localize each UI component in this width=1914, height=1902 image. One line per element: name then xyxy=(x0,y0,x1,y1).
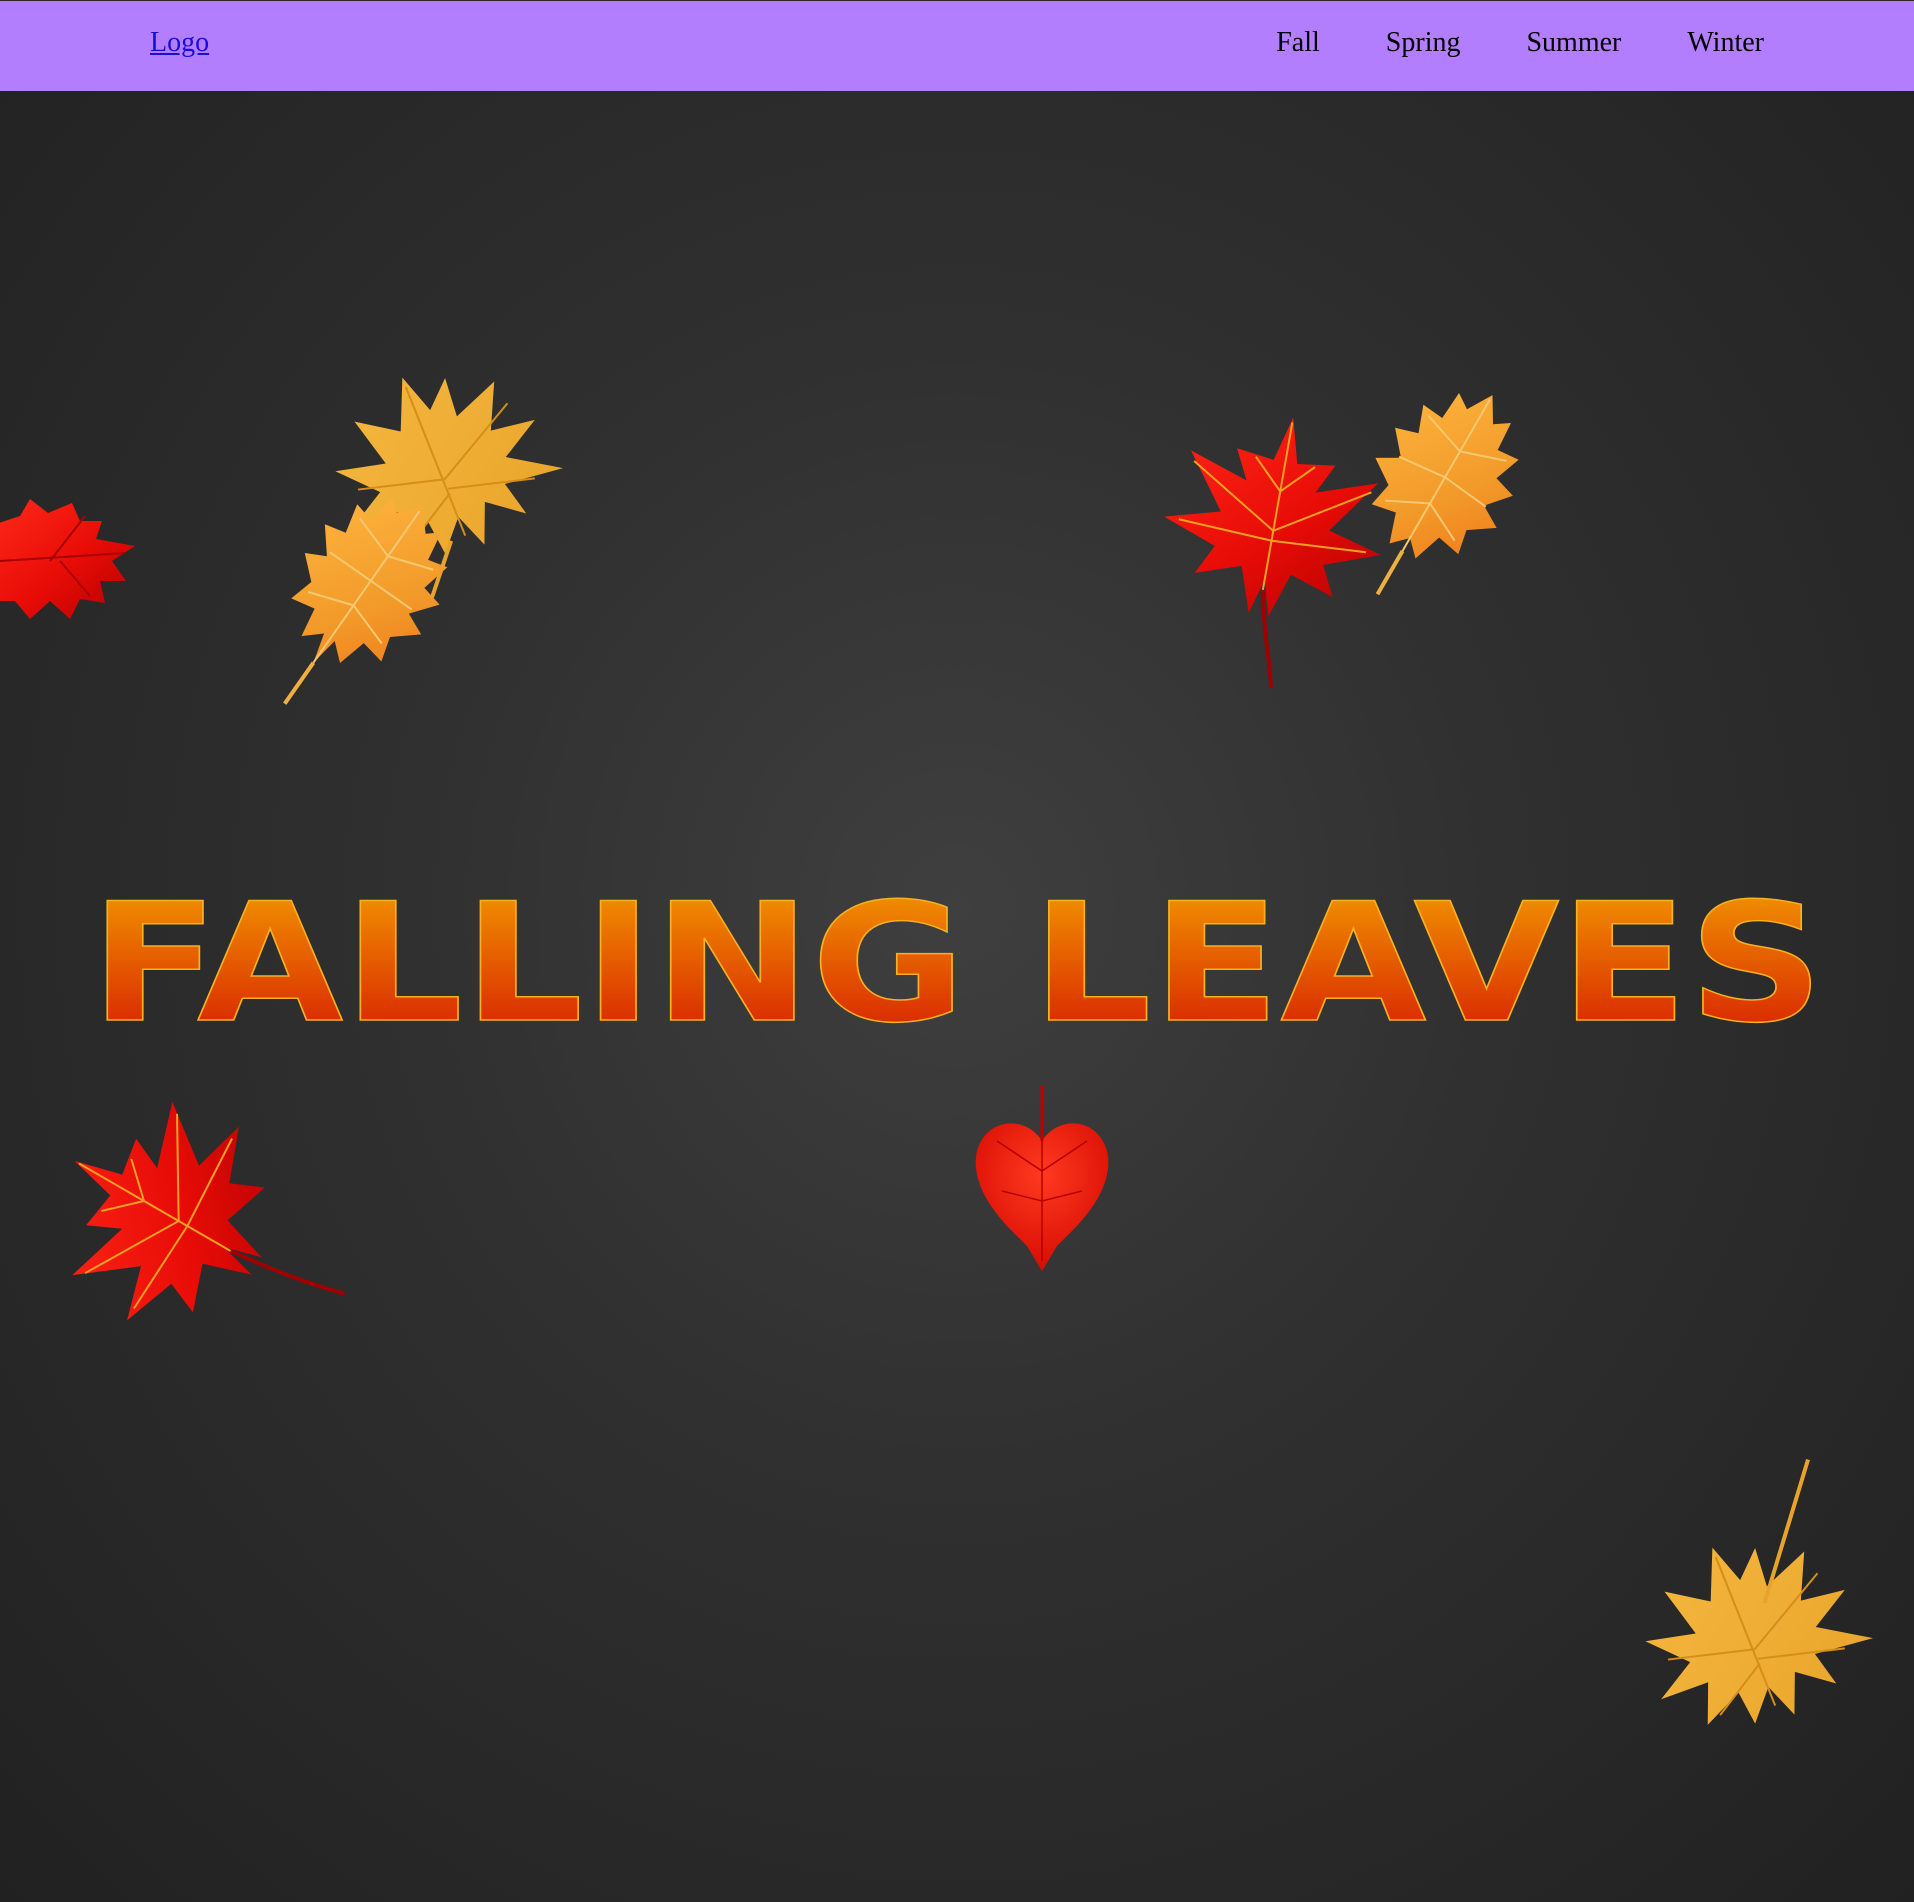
logo-link[interactable]: Logo xyxy=(150,27,209,59)
nav-link-summer[interactable]: Summer xyxy=(1526,27,1621,59)
red-leaf-icon xyxy=(0,499,135,619)
headline-container: FALLING LEAVES xyxy=(89,870,1825,1030)
nav-links: Fall Spring Summer Winter xyxy=(1276,27,1764,59)
top-navbar: Logo Fall Spring Summer Winter xyxy=(0,1,1914,91)
red-maple-leaf-icon xyxy=(1164,417,1381,688)
red-maple-leaf-icon xyxy=(72,1101,346,1321)
page-title: FALLING LEAVES xyxy=(90,870,1824,1030)
nav-link-spring[interactable]: Spring xyxy=(1386,27,1461,59)
page: Logo Fall Spring Summer Winter FALLING L… xyxy=(0,0,1914,1902)
red-heart-leaf-icon xyxy=(975,1086,1109,1271)
yellow-maple-leaf-icon xyxy=(1645,1459,1874,1725)
nav-link-winter[interactable]: Winter xyxy=(1687,27,1764,59)
nav-link-fall[interactable]: Fall xyxy=(1276,27,1320,59)
